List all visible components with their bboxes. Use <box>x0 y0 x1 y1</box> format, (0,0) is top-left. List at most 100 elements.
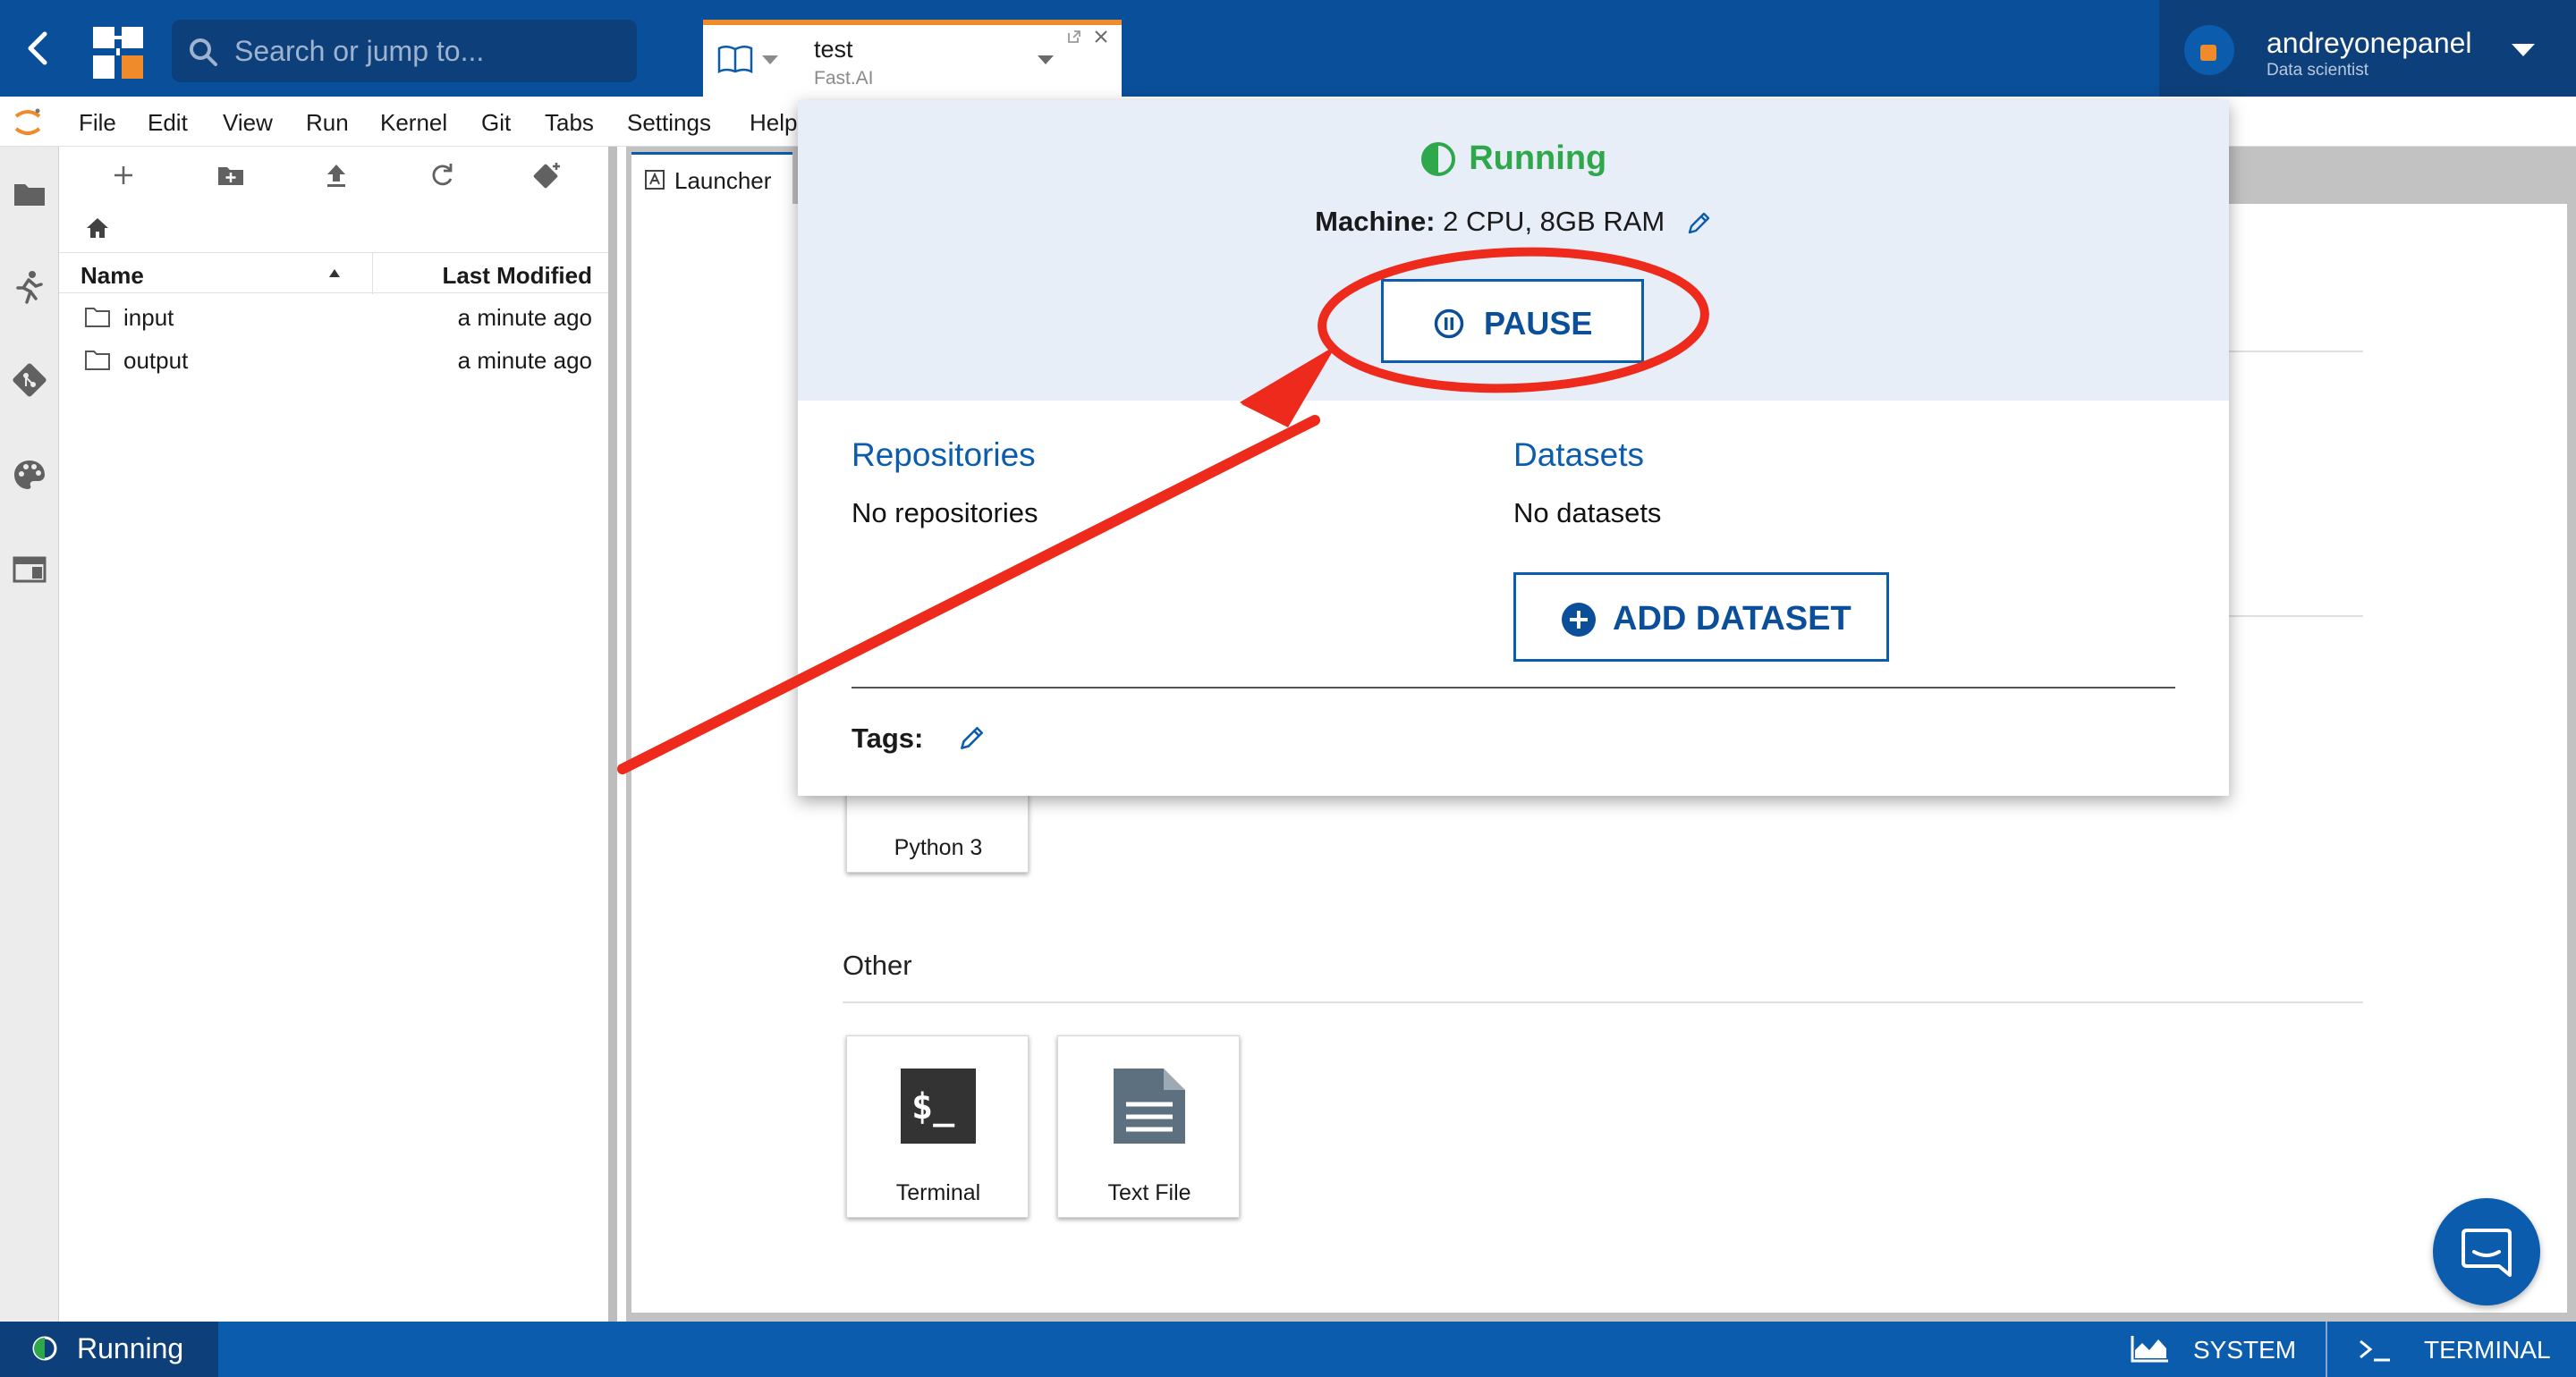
file-list-header: Name Last Modified <box>59 252 608 294</box>
status-divider <box>2326 1322 2327 1377</box>
add-dataset-label: ADD DATASET <box>1613 600 1852 638</box>
menu-help[interactable]: Help <box>750 109 797 137</box>
running-status-label: Running <box>77 1332 184 1364</box>
file-name: input <box>123 304 174 331</box>
tab-label: Launcher <box>674 167 772 194</box>
repositories-title: Repositories <box>852 436 1036 473</box>
notebook-title: test <box>814 36 853 63</box>
section-divider <box>843 1001 2363 1003</box>
datasets-empty-text: No datasets <box>1513 497 1662 528</box>
datasets-title: Datasets <box>1513 436 1645 473</box>
column-divider <box>372 253 373 294</box>
launcher-icon <box>645 170 665 190</box>
menu-view[interactable]: View <box>223 109 273 137</box>
close-icon[interactable] <box>1093 29 1109 45</box>
pause-label: PAUSE <box>1484 305 1593 342</box>
chevron-down-icon[interactable] <box>1036 54 1055 66</box>
pause-icon <box>1434 308 1464 339</box>
menu-settings[interactable]: Settings <box>627 109 711 137</box>
machine-row: Machine: 2 CPU, 8GB RAM <box>798 206 2229 238</box>
file-row[interactable]: input a minute ago <box>59 299 608 342</box>
active-tab-accent <box>703 20 1122 25</box>
tab-launcher[interactable]: Launcher <box>631 152 792 204</box>
terminal-label: TERMINAL <box>2424 1336 2551 1364</box>
half-circle-status-icon <box>32 1336 57 1361</box>
tabs-icon[interactable] <box>11 551 48 588</box>
svg-text:$_: $_ <box>911 1086 955 1128</box>
status-bar: Running SYSTEM TERMINAL <box>0 1322 2576 1377</box>
card-label: Python 3 <box>894 835 983 860</box>
avatar <box>2184 25 2234 75</box>
terminal-button[interactable]: TERMINAL <box>2331 1322 2576 1377</box>
chat-support-button[interactable] <box>2433 1198 2540 1305</box>
menu-kernel[interactable]: Kernel <box>380 109 447 137</box>
workspace-status-popup: Running Machine: 2 CPU, 8GB RAM PAUSE Re… <box>798 100 2229 796</box>
pencil-icon[interactable] <box>957 724 986 753</box>
menu-edit[interactable]: Edit <box>148 109 188 137</box>
sort-asc-icon[interactable] <box>327 267 342 278</box>
section-title-other: Other <box>843 950 912 981</box>
menu-git[interactable]: Git <box>481 109 511 137</box>
running-status-button[interactable]: Running <box>0 1322 218 1377</box>
file-modified: a minute ago <box>457 304 592 331</box>
upload-icon[interactable] <box>320 159 352 191</box>
machine-value: 2 CPU, 8GB RAM <box>1443 206 1665 237</box>
running-icon[interactable] <box>11 268 48 306</box>
file-browser: Name Last Modified input a minute ago ou… <box>59 147 617 1322</box>
notebook-switcher[interactable] <box>703 23 798 97</box>
palette-icon[interactable] <box>11 456 48 494</box>
search-bar[interactable] <box>172 20 637 82</box>
divider <box>852 687 2175 688</box>
notebook-tab[interactable]: test Fast.AI <box>798 23 1122 97</box>
plus-circle-icon <box>1562 603 1596 637</box>
user-menu[interactable]: andreyonepanel Data scientist <box>2159 0 2576 97</box>
pause-button[interactable]: PAUSE <box>1381 279 1644 363</box>
app-logo-icon[interactable] <box>93 27 143 79</box>
tags-label: Tags: <box>852 722 924 754</box>
chevron-down-icon[interactable] <box>2510 41 2537 59</box>
file-modified: a minute ago <box>457 347 592 374</box>
file-row[interactable]: output a minute ago <box>59 342 608 384</box>
chevron-down-icon <box>762 55 778 64</box>
user-role: Data scientist <box>2267 61 2369 80</box>
text-file-icon <box>1114 1069 1185 1144</box>
file-name: output <box>123 347 189 374</box>
plus-icon[interactable] <box>107 159 140 191</box>
card-label: Text File <box>1107 1180 1191 1205</box>
home-icon[interactable] <box>84 215 111 241</box>
folder-icon <box>85 308 110 327</box>
status-text: Running <box>1469 139 1607 177</box>
add-dataset-button[interactable]: ADD DATASET <box>1513 572 1889 662</box>
folder-icon <box>85 351 110 370</box>
folder-icon[interactable] <box>11 175 48 213</box>
launcher-card-text-file[interactable]: Text File <box>1057 1035 1240 1218</box>
menu-run[interactable]: Run <box>306 109 349 137</box>
new-folder-icon[interactable] <box>215 159 247 191</box>
menu-file[interactable]: File <box>79 109 116 137</box>
chat-icon <box>2462 1229 2512 1277</box>
system-button[interactable]: SYSTEM <box>2116 1322 2327 1377</box>
launcher-card-terminal[interactable]: $_ Terminal <box>846 1035 1029 1218</box>
notebook-subtitle: Fast.AI <box>814 68 874 89</box>
terminal-icon: $_ <box>901 1069 976 1144</box>
back-arrow-icon[interactable] <box>18 27 61 70</box>
terminal-prompt-icon <box>2360 1339 2390 1362</box>
pencil-icon[interactable] <box>1685 210 1712 237</box>
system-label: SYSTEM <box>2193 1336 2297 1364</box>
search-input[interactable] <box>234 20 619 82</box>
left-icon-bar <box>0 147 59 1322</box>
column-last-modified[interactable]: Last Modified <box>442 262 592 290</box>
external-link-icon[interactable] <box>1066 29 1082 45</box>
menu-tabs[interactable]: Tabs <box>545 109 594 137</box>
refresh-icon[interactable] <box>426 159 458 191</box>
git-clone-icon[interactable] <box>531 159 564 191</box>
book-icon <box>717 46 753 73</box>
user-name: andreyonepanel <box>2267 27 2472 59</box>
column-name[interactable]: Name <box>80 262 144 290</box>
status-row: Running <box>798 139 2229 178</box>
half-circle-status-icon <box>1420 141 1455 176</box>
card-label: Terminal <box>895 1180 981 1205</box>
git-icon[interactable] <box>11 361 48 399</box>
jupyter-logo-icon <box>14 108 41 135</box>
area-chart-icon <box>2131 1336 2168 1363</box>
